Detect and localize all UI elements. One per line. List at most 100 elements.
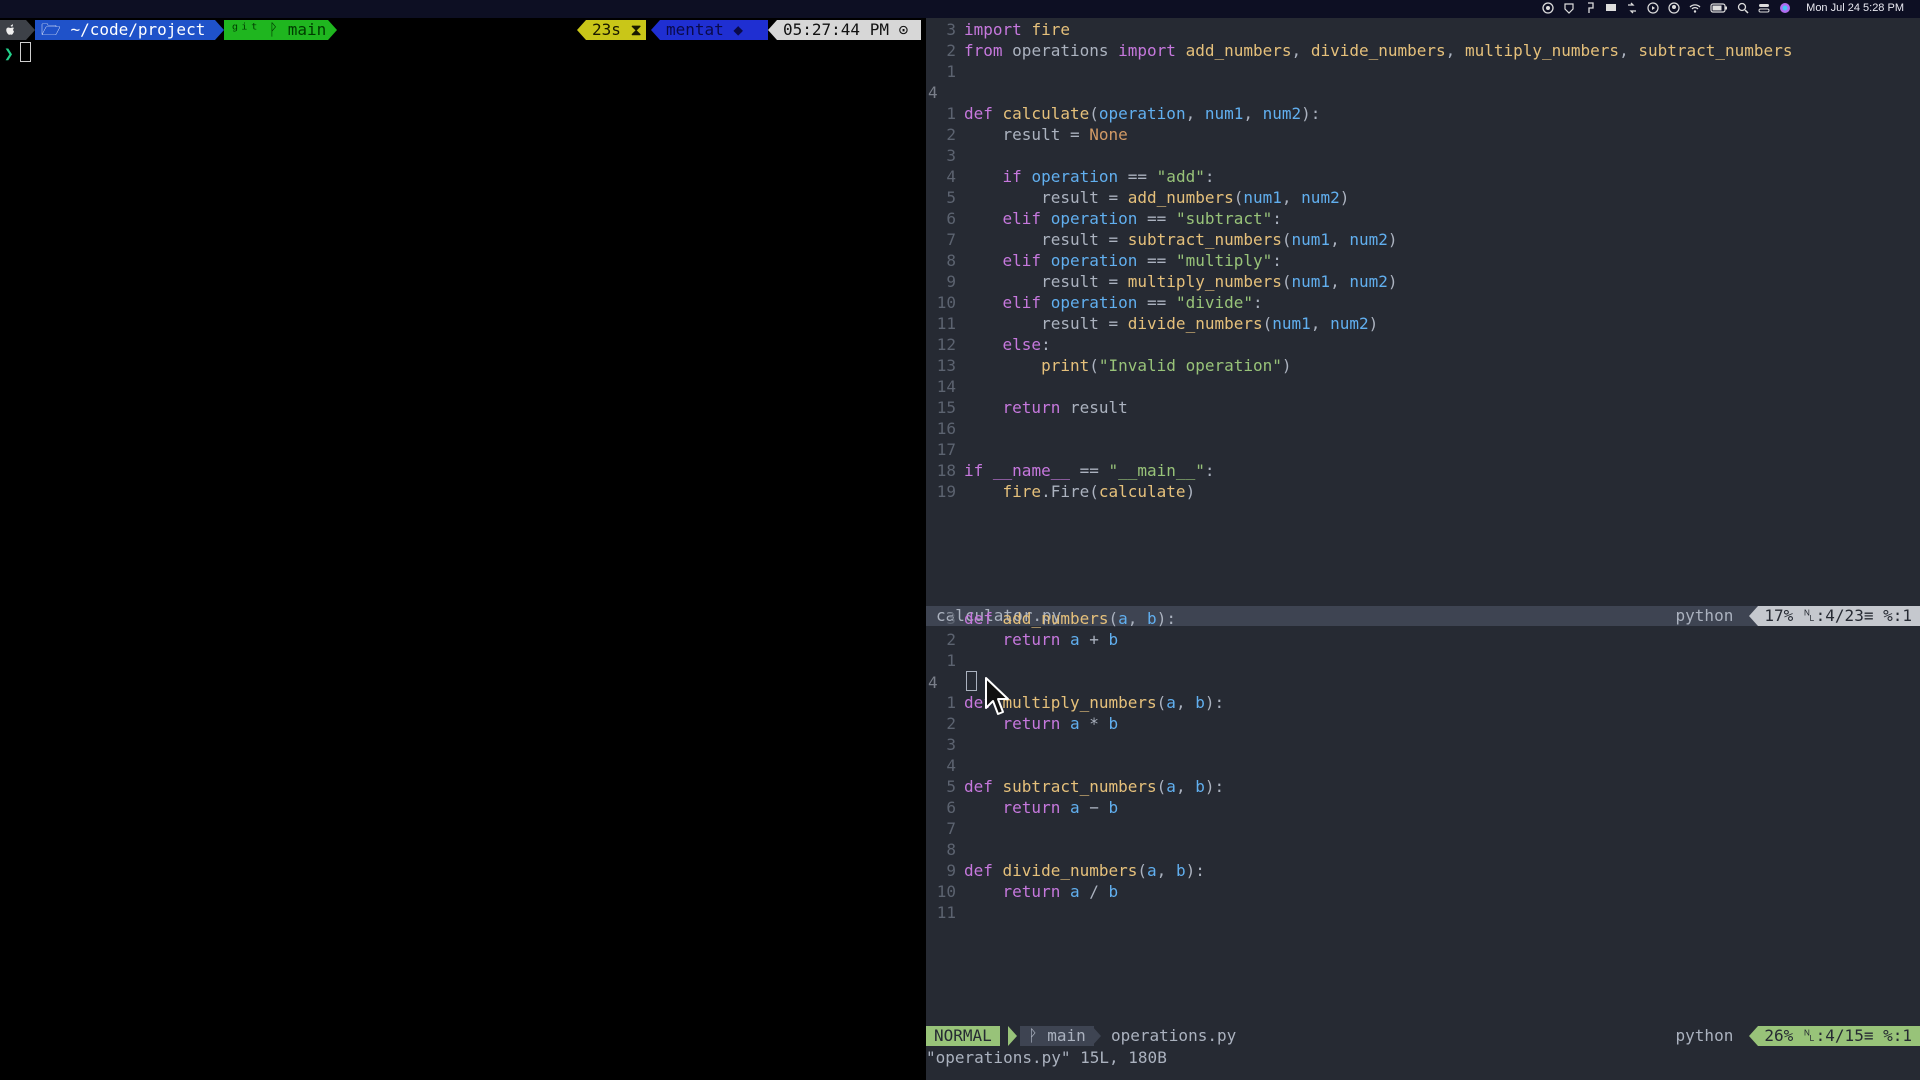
line-number: 9 <box>946 272 956 291</box>
code-token: num2 <box>1262 104 1302 123</box>
pin-icon[interactable] <box>1584 2 1596 14</box>
code-line[interactable]: 10 return a / b <box>926 881 1920 902</box>
wifi-icon[interactable] <box>1689 2 1701 14</box>
code-token: + <box>1079 630 1109 649</box>
code-line[interactable]: 19 fire.Fire(calculate) <box>926 481 1920 502</box>
code-token: operation <box>1098 104 1186 123</box>
code-line[interactable]: 5 def subtract_numbers(a, b): <box>926 776 1920 797</box>
code-line[interactable]: 14 <box>926 376 1920 397</box>
code-line[interactable]: 10 elif operation == "divide": <box>926 292 1920 313</box>
command-message: "operations.py" 15L, 180B <box>926 1048 1167 1067</box>
code-token: elif <box>1002 293 1051 312</box>
code-line[interactable]: 1 <box>926 61 1920 82</box>
vim-editor[interactable]: 3 import fire 2 from operations import add_… <box>926 18 1920 1080</box>
line-number: 2 <box>946 41 956 60</box>
code-line[interactable]: 2 return a * b <box>926 713 1920 734</box>
code-line[interactable]: 7 <box>926 818 1920 839</box>
code-line[interactable]: 1 <box>926 650 1920 671</box>
shield-icon[interactable] <box>1563 2 1575 14</box>
code-line[interactable]: 2 result = None <box>926 124 1920 145</box>
code-line[interactable]: 16 <box>926 418 1920 439</box>
code-token: , <box>1281 188 1302 207</box>
code-line[interactable]: 3 <box>926 734 1920 755</box>
code-token: * <box>1079 714 1109 733</box>
code-line[interactable]: 2 return a + b <box>926 629 1920 650</box>
code-token: , <box>1175 777 1196 796</box>
code-line[interactable]: 4 <box>926 82 1920 103</box>
play-icon[interactable] <box>1647 2 1659 14</box>
line-number: 11 <box>936 314 956 333</box>
code-line[interactable]: 8 elif operation == "multiply": <box>926 250 1920 271</box>
code-line[interactable]: 18 if __name__ == "__main__": <box>926 460 1920 481</box>
code-token: return <box>1002 882 1070 901</box>
code-line[interactable]: 8 <box>926 839 1920 860</box>
code-token: import <box>1118 41 1186 60</box>
code-token: , <box>1175 693 1196 712</box>
terminal-pane[interactable]: 🗁 ~/code/project ᵍⁱᵗ ᚹ main 23s ⧗ mentat… <box>0 18 924 1080</box>
code-token: , <box>1185 104 1205 123</box>
code-token: "subtract" <box>1175 209 1273 228</box>
code-token: "add" <box>1156 167 1205 186</box>
code-token: : <box>1204 167 1215 186</box>
code-line[interactable]: 6 elif operation == "subtract": <box>926 208 1920 229</box>
code-line[interactable]: 3 import fire <box>926 19 1920 40</box>
code-line[interactable]: 9 def divide_numbers(a, b): <box>926 860 1920 881</box>
user-icon[interactable] <box>1668 2 1680 14</box>
search-icon[interactable] <box>1737 2 1749 14</box>
siri-icon[interactable] <box>1779 2 1791 14</box>
code-line[interactable]: 17 <box>926 439 1920 460</box>
line-number: 12 <box>936 335 956 354</box>
code-line[interactable]: 4 <box>926 755 1920 776</box>
code-line[interactable]: 4 <box>926 671 1920 692</box>
code-token: "divide" <box>1175 293 1253 312</box>
code-line[interactable]: 3 def add_numbers(a, b): <box>926 608 1920 629</box>
code-line[interactable]: 9 result = multiply_numbers(num1, num2) <box>926 271 1920 292</box>
code-token: operation <box>1050 209 1138 228</box>
code-line[interactable]: 11 <box>926 902 1920 923</box>
line-number: 5 <box>946 777 956 796</box>
code-line[interactable]: 6 return a − b <box>926 797 1920 818</box>
code-token: result = <box>964 125 1090 144</box>
code-token: ) <box>1368 314 1379 333</box>
bottom-position: 26% ␤:4/15≡ %:1 <box>1758 1026 1920 1046</box>
code-line[interactable]: 15 return result <box>926 397 1920 418</box>
line-number: 11 <box>936 903 956 922</box>
code-token: divide_numbers <box>1002 861 1138 880</box>
bottom-statusline: NORMAL ᚹ main operations.py python 26% ␤… <box>926 1026 1920 1046</box>
code-line[interactable]: 11 result = divide_numbers(num1, num2) <box>926 313 1920 334</box>
code-token: subtract_numbers <box>1127 230 1282 249</box>
code-token: operation <box>1050 251 1138 270</box>
battery-icon[interactable] <box>1710 2 1728 14</box>
code-token: ( <box>1108 609 1119 628</box>
control-center-icon[interactable] <box>1758 2 1770 14</box>
code-line[interactable]: 12 else: <box>926 334 1920 355</box>
code-line[interactable]: 3 <box>926 145 1920 166</box>
code-token: a <box>1118 609 1128 628</box>
line-number: 1 <box>946 651 956 670</box>
code-token: num1 <box>1272 314 1311 333</box>
code-line[interactable]: 5 result = add_numbers(num1, num2) <box>926 187 1920 208</box>
code-token: multiply_numbers <box>1002 693 1157 712</box>
code-line[interactable]: 2 from operations import add_numbers, div… <box>926 40 1920 61</box>
code-token: : <box>1204 461 1215 480</box>
sync-icon[interactable] <box>1626 2 1638 14</box>
monitor-icon[interactable] <box>1605 2 1617 14</box>
code-line[interactable]: 4 if operation == "add": <box>926 166 1920 187</box>
record-icon[interactable] <box>1542 2 1554 14</box>
command-line[interactable]: ❯ <box>4 42 31 63</box>
code-line[interactable]: 1 def multiply_numbers(a, b): <box>926 692 1920 713</box>
code-token: subtract_numbers <box>1002 777 1157 796</box>
code-token: a <box>1147 861 1157 880</box>
code-token: b <box>1195 693 1205 712</box>
code-line[interactable]: 7 result = subtract_numbers(num1, num2) <box>926 229 1920 250</box>
code-token: import <box>964 20 1032 39</box>
code-line[interactable]: 13 print("Invalid operation") <box>926 355 1920 376</box>
menu-bar-clock[interactable]: Mon Jul 24 5:28 PM <box>1806 2 1904 14</box>
code-line[interactable]: 1 def calculate(operation, num1, num2): <box>926 103 1920 124</box>
code-token: a <box>1069 882 1080 901</box>
